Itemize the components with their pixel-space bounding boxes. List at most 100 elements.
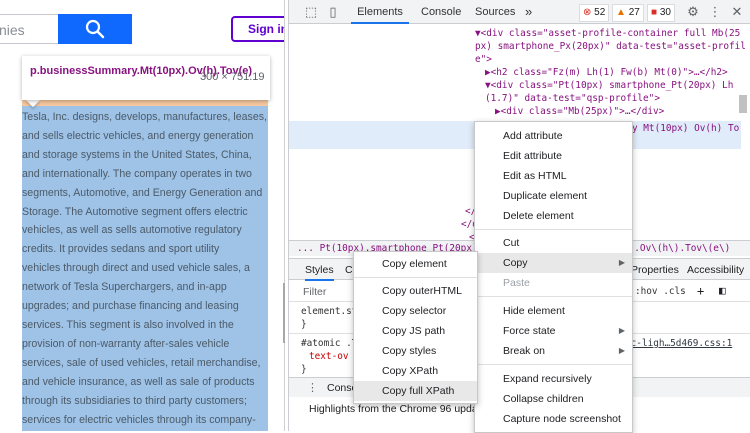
menu-item-hide-element[interactable]: Hide element <box>475 301 632 321</box>
copy-submenu: Copy element Copy outerHTML Copy selecto… <box>353 251 478 404</box>
submenu-arrow-icon: ▶ <box>618 346 625 355</box>
warnings-badge[interactable]: ▲ 27 <box>612 4 644 22</box>
menu-item-delete-element[interactable]: Delete element <box>475 206 632 226</box>
menu-separator <box>475 296 632 297</box>
more-tabs-button[interactable]: » <box>525 0 532 24</box>
dom-tree-scrollbar-thumb[interactable] <box>739 95 747 113</box>
dom-line[interactable]: y Mt(10px) Ov(h) To <box>632 122 739 135</box>
menu-item-force-state[interactable]: Force state ▶ <box>475 321 632 341</box>
device-toolbar-icon[interactable]: ▯ <box>325 4 341 20</box>
menu-item-force-state-label: Force state <box>503 325 556 337</box>
styles-filter-tools[interactable]: :hov .cls <box>635 286 686 297</box>
search-input[interactable]: nies <box>0 14 60 44</box>
dom-line[interactable]: px) smartphone_Px(20px)" data-test="asse… <box>475 40 746 53</box>
element-padding-highlight <box>22 99 268 106</box>
summary-line: Tesla, Inc. designs, develops, manufactu… <box>22 111 267 123</box>
dom-line[interactable]: ▼<div class="Pt(10px) smartphone_Pt(20px… <box>485 79 733 92</box>
menu-item-copy-xpath[interactable]: Copy XPath <box>354 361 477 381</box>
menu-item-copy-selector[interactable]: Copy selector <box>354 301 477 321</box>
warning-icon: ▲ <box>616 7 626 18</box>
menu-item-collapse-children[interactable]: Collapse children <box>475 389 632 409</box>
drawer-menu-icon[interactable]: ⋮ <box>307 381 318 394</box>
menu-item-copy-element[interactable]: Copy element <box>354 254 477 274</box>
summary-line: upgrades; and purchase financing and lea… <box>22 300 239 313</box>
summary-line: and sells electric vehicles, and energy … <box>22 129 254 142</box>
menu-item-edit-attribute[interactable]: Edit attribute <box>475 146 632 166</box>
tab-styles[interactable]: Styles <box>305 264 334 281</box>
menu-item-break-on[interactable]: Break on ▶ <box>475 341 632 361</box>
menu-item-copy-full-xpath[interactable]: Copy full XPath <box>354 381 477 401</box>
web-page-viewport: nies Sign in Tesla, Inc. designs, develo… <box>0 0 285 431</box>
business-summary-paragraph: Tesla, Inc. designs, develops, manufactu… <box>22 108 268 431</box>
menu-item-copy[interactable]: Copy ▶ <box>475 253 632 273</box>
dom-line[interactable]: ▶<div class="Mb(25px)">…</div> <box>495 105 664 118</box>
style-rule-line[interactable]: element.st <box>301 306 357 317</box>
close-icon[interactable]: ✕ <box>729 4 745 20</box>
devtools-toolbar: ⬚ ▯ Elements Console Sources » ⊗ 52 ▲ 27… <box>289 0 750 24</box>
errors-count: 52 <box>594 7 606 18</box>
tooltip-dimensions: 300 × 751.19 <box>200 71 265 83</box>
dom-line[interactable]: (1.7)" data-test="qsp-profile"> <box>485 92 660 105</box>
style-rule-line: } <box>301 364 307 375</box>
issues-badge[interactable]: ■ 30 <box>647 4 675 22</box>
summary-line: and storage systems in the United States… <box>22 148 252 161</box>
issues-count: 30 <box>659 7 671 18</box>
summary-line: vehicles through direct and used vehicle… <box>22 262 250 275</box>
error-icon: ⊗ <box>583 7 592 18</box>
tab-computed[interactable]: C <box>345 264 353 276</box>
tab-accessibility[interactable]: Accessibility <box>687 264 744 276</box>
sign-in-button[interactable]: Sign in <box>231 16 285 42</box>
style-rule-line: } <box>301 319 307 330</box>
page-scrollbar-track[interactable] <box>284 0 285 431</box>
tab-properties[interactable]: Properties <box>631 264 679 276</box>
submenu-arrow-icon: ▶ <box>618 326 625 335</box>
menu-item-copy-styles[interactable]: Copy styles <box>354 341 477 361</box>
breadcrumb-right[interactable]: p).Ov\(h\).Tov\(e\) <box>623 241 730 256</box>
menu-separator <box>475 229 632 230</box>
context-menu: Add attribute Edit attribute Edit as HTM… <box>474 121 633 433</box>
menu-item-break-on-label: Break on <box>503 345 546 357</box>
menu-item-edit-as-html[interactable]: Edit as HTML <box>475 166 632 186</box>
summary-line: network of Tesla Superchargers, and in-a… <box>22 281 227 294</box>
inspect-element-icon[interactable]: ⬚ <box>303 4 319 20</box>
submenu-arrow-icon: ▶ <box>618 258 625 267</box>
add-style-rule-icon[interactable]: + <box>697 284 704 298</box>
styles-filter-input[interactable]: Filter <box>303 286 326 298</box>
summary-line: segments, Automotive, and Energy Generat… <box>22 186 263 199</box>
menu-item-capture-node-screenshot[interactable]: Capture node screenshot <box>475 409 632 429</box>
menu-item-duplicate-element[interactable]: Duplicate element <box>475 186 632 206</box>
menu-item-add-attribute[interactable]: Add attribute <box>475 126 632 146</box>
menu-separator <box>354 277 477 278</box>
search-button[interactable] <box>58 14 132 44</box>
page-scrollbar-thumb[interactable] <box>283 283 285 343</box>
more-options-icon[interactable]: ⋮ <box>707 4 723 20</box>
summary-line: services for electric vehicles through i… <box>22 413 256 426</box>
dom-line[interactable]: e"> <box>475 53 492 66</box>
menu-item-copy-label: Copy <box>503 257 528 269</box>
menu-item-paste[interactable]: Paste <box>475 273 632 293</box>
dom-line[interactable]: ▶<h2 class="Fz(m) Lh(1) Fw(b) Mt(0)">…</… <box>485 66 728 79</box>
errors-badge[interactable]: ⊗ 52 <box>579 4 610 22</box>
tab-sources[interactable]: Sources <box>475 0 515 24</box>
gear-icon[interactable]: ⚙ <box>685 4 701 20</box>
summary-line: through its subsidiaries to third party … <box>22 394 247 407</box>
summary-line: and internationally. The company operate… <box>22 167 252 180</box>
summary-line: provision of non-warranty after-sales ve… <box>22 337 230 350</box>
summary-line: services, sale of used vehicles, retail … <box>22 356 261 369</box>
tab-console[interactable]: Console <box>421 0 461 24</box>
menu-item-copy-js-path[interactable]: Copy JS path <box>354 321 477 341</box>
inspect-tooltip: p.businessSummary.Mt(10px).Ov(h).Tov(e) … <box>22 56 270 100</box>
toggle-sidebar-icon[interactable]: ◧ <box>719 284 726 297</box>
menu-item-expand-recursively[interactable]: Expand recursively <box>475 369 632 389</box>
issues-icon: ■ <box>651 7 658 18</box>
style-rule-line[interactable]: text-ov <box>309 351 349 362</box>
menu-item-copy-outerhtml[interactable]: Copy outerHTML <box>354 281 477 301</box>
summary-line: Storage. The Automotive segment offers e… <box>22 205 248 218</box>
style-rule-line[interactable]: #atomic .T <box>301 338 357 349</box>
style-source-link[interactable]: ic-ligh…5d469.css:1 <box>625 338 732 349</box>
tab-elements[interactable]: Elements <box>351 0 409 24</box>
menu-item-cut[interactable]: Cut <box>475 233 632 253</box>
dom-line[interactable]: ▼<div class="asset-profile-container ful… <box>475 27 740 40</box>
tooltip-selector: p.businessSummary.Mt(10px).Ov(h).Tov(e) <box>30 65 253 77</box>
summary-line: vehicles, as well as sells automotive re… <box>22 224 242 237</box>
